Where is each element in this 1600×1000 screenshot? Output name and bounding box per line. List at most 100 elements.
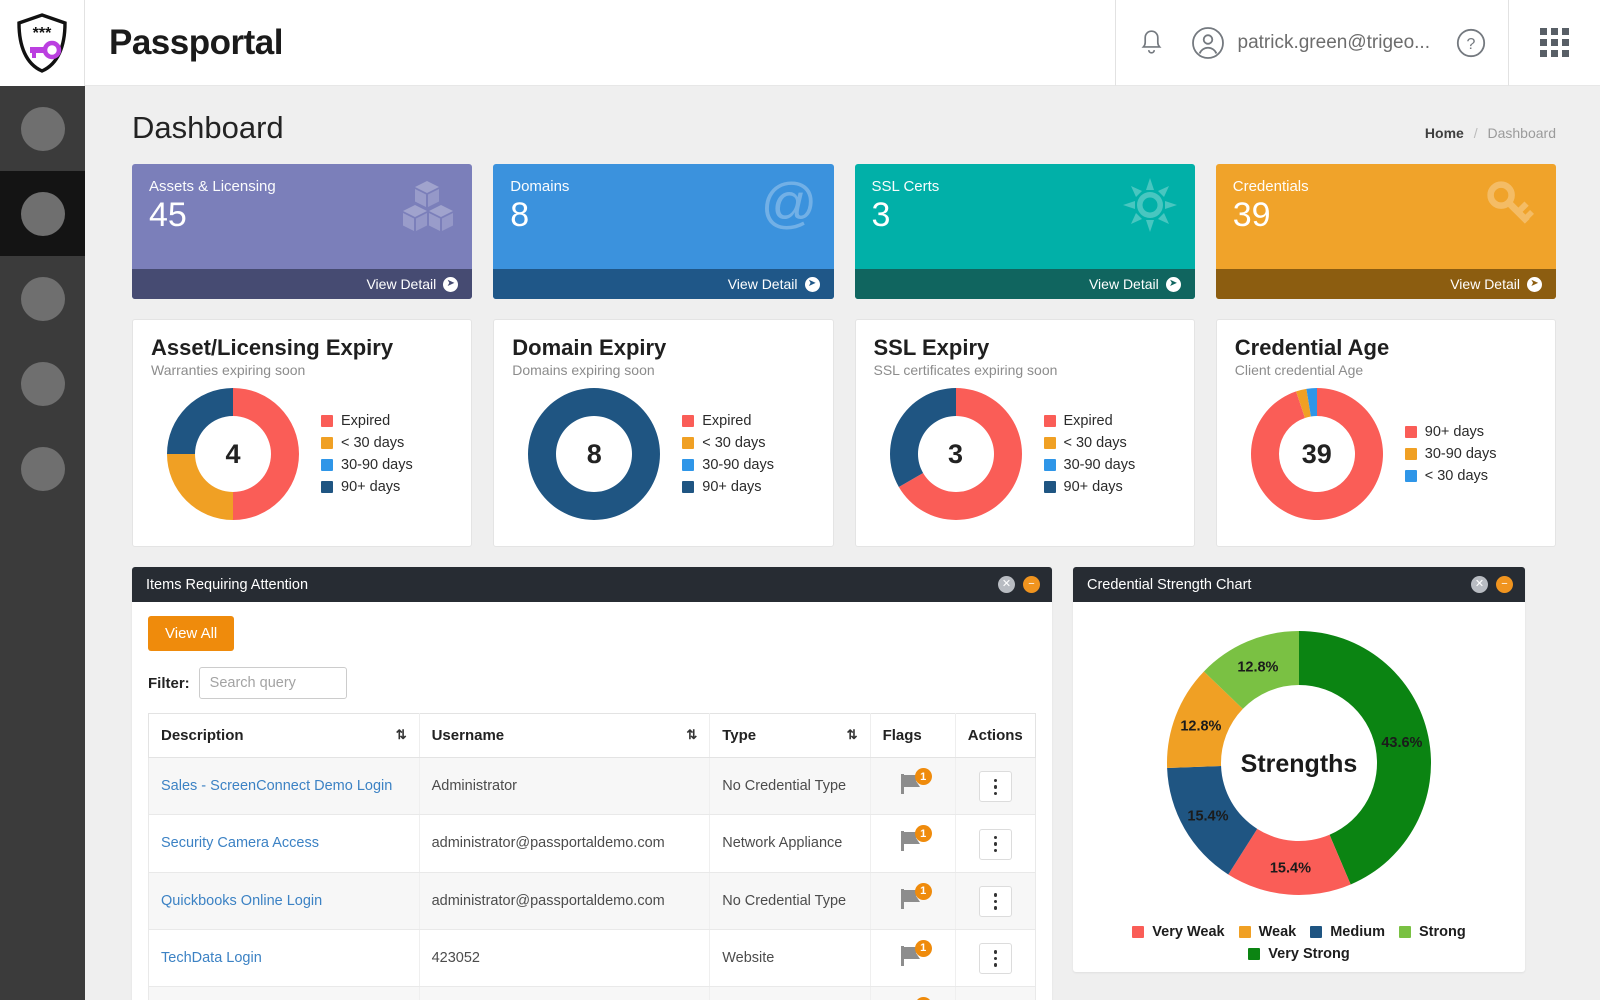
breadcrumb-home[interactable]: Home [1425, 125, 1464, 141]
donut-center-value: 8 [586, 438, 602, 469]
chart-legend: Very Weak Weak Medium Strong Very Strong [1129, 924, 1469, 962]
filter-label: Filter: [148, 674, 190, 692]
kpi-card-ssl-certs[interactable]: SSL Certs 3 View Detail ➤ [854, 164, 1195, 299]
donut-center-value: 3 [947, 438, 964, 469]
flag-count-badge: 1 [914, 939, 932, 957]
legend-swatch [1404, 426, 1417, 438]
legend-swatch [1248, 948, 1261, 960]
page-header: Dashboard Home / Dashboard [132, 110, 1556, 146]
sort-icon[interactable]: ⇅ [686, 727, 697, 743]
cell-description: Quickbooks Online Login [148, 872, 420, 930]
row-actions-button[interactable] [978, 885, 1012, 917]
sidebar-item-2[interactable] [0, 171, 85, 256]
chart-card-ssl-expiry: SSL Expiry SSL certificates expiring soo… [854, 319, 1195, 547]
legend-item: Expired [1043, 413, 1136, 429]
table-row[interactable]: Office 365 Login administrator@passporta… [148, 986, 1037, 1000]
legend-swatch [321, 459, 333, 471]
view-all-button[interactable]: View All [148, 616, 235, 651]
chart-title: SSL Expiry [873, 335, 990, 360]
flag-icon[interactable]: 1 [896, 768, 932, 796]
legend-swatch [1310, 926, 1323, 938]
brand-title-area: Passportal [85, 0, 1115, 86]
legend-label: 30-90 days [702, 457, 774, 473]
kpi-body: Assets & Licensing 45 [132, 164, 472, 269]
credential-strength-donut: 43.6% 15.4% 15.4% 12.8% 12.8% Strengths [1167, 631, 1431, 895]
row-actions-button[interactable] [978, 828, 1012, 860]
svg-text:***: *** [33, 25, 52, 42]
table-row[interactable]: Sales - ScreenConnect Demo Login Adminis… [148, 757, 1037, 816]
legend-item: Strong [1398, 924, 1466, 940]
items-requiring-attention-panel: Items Requiring Attention ✕ − View All F… [132, 567, 1052, 1000]
column-header-description[interactable]: Description ⇅ [148, 713, 420, 758]
sidebar-item-3[interactable] [0, 256, 85, 341]
chart-card-credential-age: Credential Age Client credential Age 39 … [1215, 319, 1556, 547]
kpi-view-detail-link[interactable]: View Detail ➤ [493, 269, 834, 299]
close-circle-icon[interactable]: ✕ [998, 576, 1015, 593]
cell-type: No Credential Type [709, 872, 871, 930]
sidebar-item-5[interactable] [0, 426, 85, 511]
boxes-icon [403, 181, 454, 231]
chart-subtitle: Domains expiring soon [512, 362, 655, 378]
sort-icon[interactable]: ⇅ [847, 727, 858, 743]
legend-swatch [321, 481, 333, 493]
cell-flags: 1 [870, 986, 956, 1000]
minimize-circle-icon[interactable]: − [1023, 576, 1040, 593]
cell-actions [955, 929, 1037, 988]
close-circle-icon[interactable]: ✕ [1471, 576, 1488, 593]
user-menu[interactable]: patrick.green@trigeo... [1191, 26, 1430, 60]
table-row[interactable]: Security Camera Access administrator@pas… [148, 814, 1037, 873]
cell-flags: 1 [870, 757, 956, 816]
kpi-view-detail-link[interactable]: View Detail ➤ [854, 269, 1195, 299]
legend-label: Expired [1063, 413, 1113, 429]
kpi-view-detail-label: View Detail [1450, 276, 1520, 292]
description-link[interactable]: TechData Login [161, 950, 262, 966]
svg-text:12.8%: 12.8% [1237, 659, 1278, 675]
kpi-view-detail-link[interactable]: View Detail ➤ [1215, 269, 1556, 299]
sidebar-item-4[interactable] [0, 341, 85, 426]
legend-swatch [321, 415, 333, 427]
flag-icon[interactable]: 1 [896, 939, 932, 968]
kpi-card-domains[interactable]: Domains 8 @ View Detail ➤ [493, 164, 834, 299]
search-input[interactable] [198, 667, 347, 699]
table-row[interactable]: Quickbooks Online Login administrator@pa… [148, 872, 1037, 930]
cell-username: administrator@passportaldemo.com [419, 872, 711, 930]
description-link[interactable]: Security Camera Access [161, 835, 319, 851]
chart-legend: Expired < 30 days 30-90 days 90+ days [682, 413, 774, 495]
description-link[interactable]: Sales - ScreenConnect Demo Login [161, 778, 392, 794]
column-header-username[interactable]: Username ⇅ [419, 713, 711, 758]
panel-header-buttons: ✕ − [1471, 576, 1513, 593]
flag-icon[interactable]: 1 [896, 825, 932, 853]
legend-item: 90+ days [682, 479, 774, 495]
legend-item: 30-90 days [1404, 446, 1497, 462]
kpi-card-assets-licensing[interactable]: Assets & Licensing 45 View Detail ➤ [132, 164, 473, 299]
legend-item: 90+ days [1404, 424, 1497, 440]
row-actions-button[interactable] [978, 771, 1012, 803]
row-actions-button[interactable] [978, 943, 1012, 974]
description-link[interactable]: Quickbooks Online Login [161, 893, 322, 909]
brand-logo[interactable]: *** [0, 0, 85, 86]
expiry-chart-row: Asset/Licensing Expiry Warranties expiri… [132, 319, 1556, 547]
chevron-right-icon: ➤ [443, 276, 459, 292]
kpi-body: Credentials 39 [1216, 164, 1556, 269]
cell-username: 423052 [419, 929, 711, 988]
legend-swatch [1043, 415, 1056, 427]
help-circle-icon[interactable]: ? [1456, 28, 1486, 58]
sort-icon[interactable]: ⇅ [396, 727, 407, 743]
kpi-card-credentials[interactable]: Credentials 39 View Detail ➤ [1215, 164, 1556, 299]
kpi-view-detail-link[interactable]: View Detail ➤ [132, 269, 473, 299]
table-row[interactable]: TechData Login 423052 Website 1 [148, 929, 1037, 988]
svg-text:12.8%: 12.8% [1180, 719, 1221, 735]
legend-swatch [1404, 470, 1417, 482]
apps-launcher-button[interactable] [1508, 0, 1600, 86]
chart-legend: Expired < 30 days 30-90 days 90+ days [1043, 413, 1136, 495]
column-header-type[interactable]: Type ⇅ [709, 713, 871, 758]
cell-description: TechData Login [148, 929, 420, 988]
flag-icon[interactable]: 1 [896, 882, 932, 911]
legend-label: Expired [341, 413, 391, 429]
cell-actions [955, 757, 1037, 816]
sidebar-item-1[interactable] [0, 86, 85, 171]
minimize-circle-icon[interactable]: − [1496, 576, 1513, 593]
kpi-view-detail-label: View Detail [1088, 276, 1159, 292]
bell-icon[interactable] [1138, 28, 1165, 58]
legend-item: Expired [682, 413, 774, 429]
